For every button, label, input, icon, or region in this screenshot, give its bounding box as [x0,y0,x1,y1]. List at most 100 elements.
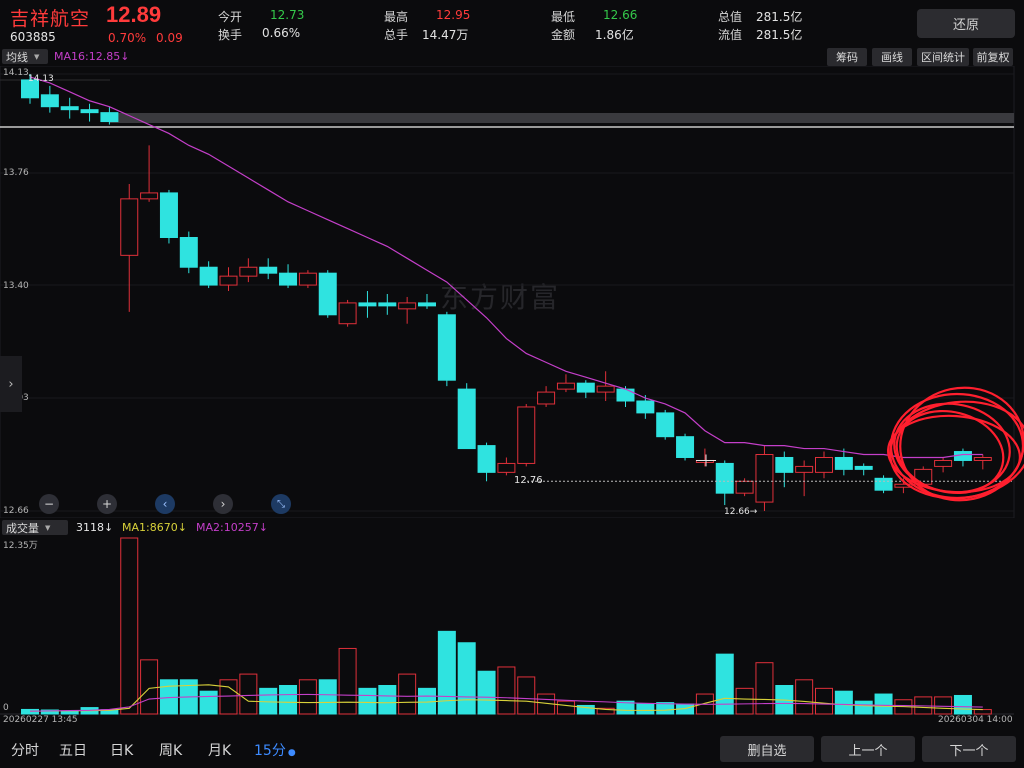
volume-bar [497,666,516,715]
volume-bar [636,703,655,715]
range-stats-button[interactable]: 区间统计 [917,48,969,66]
candle-body [636,400,655,414]
volume-bar [556,700,575,715]
candle-body [239,266,258,277]
volume-bar [60,710,79,715]
volume-bar [854,700,873,715]
candle-body [973,456,992,461]
volume-bar [318,679,337,715]
volume-bar [795,679,814,715]
candle-body [676,436,695,458]
volume-bar [457,642,476,715]
zoom-in-icon[interactable]: + [97,494,117,514]
indicator-dropdown[interactable]: 均线 ▼ [2,49,48,64]
volume-bar [140,659,159,715]
candle-body [60,106,79,111]
candle-body [140,192,159,200]
quote-total-volume: 总手 14.47万 [384,28,469,42]
change-amount: 0.09 [156,31,183,45]
dropdown-dot-icon: ● [287,748,296,758]
high-price-marker: 14.13 [28,74,54,84]
price-axis-label: 12.66 [3,506,29,516]
volume-chart[interactable] [0,536,1024,716]
chevron-down-icon: ▼ [34,52,40,61]
quote-turnover: 换手 0.66% [218,26,301,42]
volume-axis-top: 12.35万 [3,541,38,551]
draw-line-button[interactable]: 画线 [872,48,912,66]
down-arrow-icon: ↓ [258,521,268,534]
candle-body [80,109,99,114]
tab-five-day[interactable]: 五日 [59,740,87,760]
candle-body [775,456,794,473]
volume-bar [953,694,972,715]
scroll-right-icon[interactable]: › [213,494,233,514]
volume-bar [477,670,496,715]
previous-stock-button[interactable]: 上一个 [821,736,915,762]
volume-bar [398,673,417,715]
tab-monthly-k[interactable]: 月K [208,740,231,760]
volume-current: 3118↓ [76,521,114,534]
next-stock-button[interactable]: 下一个 [922,736,1016,762]
candle-body [338,302,357,325]
candle-body [259,266,278,274]
volume-bar [378,684,397,715]
price-axis-label: 13.40 [3,281,29,291]
price-axis-label: 14.13 [3,68,29,78]
volume-indicator-dropdown[interactable]: 成交量 ▼ [2,520,68,535]
candle-body [854,465,873,470]
volume-bar [973,709,992,715]
forward-adjust-button[interactable]: 前复权 [973,48,1013,66]
volume-bar [338,647,357,715]
volume-indicator-label: 成交量 [6,521,39,535]
candle-body [179,237,198,268]
volume-ma2: MA2:10257↓ [196,521,268,534]
down-arrow-icon: ↓ [177,521,187,534]
reset-view-icon[interactable]: ⤡ [271,494,291,514]
candle-body [398,302,417,310]
candle-body [219,275,238,286]
volume-bar [21,708,39,715]
indicator-label: 均线 [6,50,28,64]
candle-body [279,272,298,286]
remove-watchlist-button[interactable]: 删自选 [720,736,814,762]
candle-body [656,412,675,438]
quote-float-cap: 流值 281.5亿 [718,28,803,42]
candle-body [418,302,436,307]
scroll-left-icon[interactable]: ‹ [155,494,175,514]
tab-intraday[interactable]: 分时 [11,740,39,760]
candle-body [457,388,476,450]
chips-button[interactable]: 筹码 [827,48,867,66]
candle-body [40,94,59,108]
volume-bar [834,690,853,715]
down-arrow-icon: ↓ [120,50,130,63]
zoom-out-icon[interactable]: − [39,494,59,514]
tab-15-minute[interactable]: 15分 ● [254,740,296,760]
ma16-readout: MA16:12.85↓ [54,50,130,63]
volume-ma1: MA1:8670↓ [122,521,187,534]
low-price-marker: 12.76 [514,475,543,486]
stock-code: 603885 [10,30,56,44]
tab-daily-k[interactable]: 日K [110,740,133,760]
tab-weekly-k[interactable]: 周K [159,740,182,760]
candle-body [735,480,754,494]
candle-body [715,462,734,494]
down-arrow-icon: ↓ [104,521,114,534]
stock-price: 12.89 [106,2,162,27]
price-axis-label: 13.76 [3,168,29,178]
volume-bar [358,687,377,715]
candle-body [755,454,774,503]
gap-band [110,113,1014,123]
candle-body [358,302,377,307]
quote-amount: 金额 1.86亿 [551,28,634,42]
change-percent: 0.70% [108,31,147,45]
restore-button[interactable]: 还原 [917,9,1015,38]
candle-body [556,382,575,390]
quote-header: 吉祥航空 12.89 603885 0.70% 0.09 今开 12.73 换手 0… [0,0,1024,48]
candle-body [874,477,893,491]
volume-bar [715,653,734,715]
candle-body [616,388,635,402]
candle-body [596,385,615,393]
chevron-right-icon[interactable]: › [0,356,22,412]
candlestick-chart[interactable] [0,66,1024,518]
volume-bar [815,687,833,715]
